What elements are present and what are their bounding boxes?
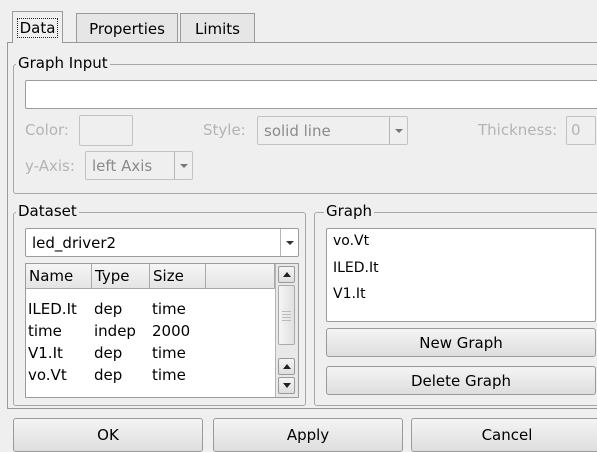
- list-item[interactable]: V1.It: [333, 286, 366, 302]
- cell-size: time: [152, 366, 186, 384]
- ok-button[interactable]: OK: [13, 418, 203, 452]
- cell-size: time: [152, 300, 186, 318]
- color-swatch-button[interactable]: [79, 115, 133, 146]
- scroll-up-button-lower[interactable]: [278, 358, 295, 375]
- grip-icon: [282, 311, 291, 321]
- cell-type: dep: [94, 344, 123, 362]
- cell-size: 2000: [152, 322, 191, 340]
- apply-button[interactable]: Apply: [213, 418, 403, 452]
- scroll-thumb[interactable]: [278, 285, 295, 345]
- color-label: Color:: [25, 121, 69, 139]
- style-value: solid line: [264, 121, 331, 140]
- column-header-type[interactable]: Type: [92, 264, 150, 289]
- scroll-up-button[interactable]: [278, 266, 295, 283]
- chevron-down-icon: [174, 152, 192, 179]
- dataset-table: Name Type Size ILED.It dep time time ind…: [25, 263, 299, 398]
- column-header-filler: [206, 264, 275, 289]
- tab-limits[interactable]: Limits: [180, 13, 255, 43]
- arrow-up-icon: [282, 364, 291, 369]
- table-row[interactable]: V1.It dep time: [26, 342, 275, 363]
- cancel-button[interactable]: Cancel: [411, 418, 597, 452]
- cell-type: dep: [94, 300, 123, 318]
- arrow-up-icon: [282, 272, 291, 277]
- tab-data-label: Data: [16, 17, 59, 38]
- graph-input-title: Graph Input: [16, 54, 110, 72]
- new-graph-button[interactable]: New Graph: [326, 328, 596, 357]
- thickness-label: Thickness:: [478, 121, 558, 139]
- tab-limits-label: Limits: [195, 19, 240, 38]
- dataset-title: Dataset: [16, 202, 79, 220]
- scroll-down-button[interactable]: [278, 377, 295, 394]
- style-label: Style:: [203, 121, 246, 139]
- cell-type: dep: [94, 366, 123, 384]
- graph-title: Graph: [324, 202, 375, 220]
- column-header-size[interactable]: Size: [150, 264, 206, 289]
- arrow-down-icon: [282, 383, 291, 388]
- yaxis-label: y-Axis:: [25, 157, 75, 175]
- chevron-down-icon: [280, 229, 298, 256]
- column-header-name[interactable]: Name: [26, 264, 92, 289]
- tab-properties-label: Properties: [89, 19, 165, 38]
- list-item[interactable]: ILED.It: [333, 260, 379, 276]
- dataset-select[interactable]: led_driver2: [25, 228, 299, 257]
- graph-input-field[interactable]: [25, 80, 597, 109]
- table-scrollbar[interactable]: [275, 264, 298, 397]
- dataset-value: led_driver2: [32, 233, 117, 252]
- tab-data[interactable]: Data: [12, 11, 63, 43]
- yaxis-select[interactable]: left Axis: [85, 151, 193, 180]
- graph-list[interactable]: vo.Vt ILED.It V1.It: [326, 228, 596, 322]
- chevron-down-icon: [389, 117, 407, 144]
- cell-type: indep: [94, 322, 136, 340]
- cell-name: ILED.It: [28, 300, 77, 318]
- cell-size: time: [152, 344, 186, 362]
- thickness-field[interactable]: 0: [566, 116, 596, 145]
- table-row[interactable]: time indep 2000: [26, 320, 275, 341]
- table-row[interactable]: vo.Vt dep time: [26, 364, 275, 385]
- delete-graph-button[interactable]: Delete Graph: [326, 366, 596, 395]
- cell-name: vo.Vt: [28, 366, 67, 384]
- list-item[interactable]: vo.Vt: [333, 233, 369, 249]
- table-row[interactable]: ILED.It dep time: [26, 298, 275, 319]
- cell-name: V1.It: [28, 344, 63, 362]
- yaxis-value: left Axis: [92, 156, 153, 175]
- cell-name: time: [28, 322, 62, 340]
- tab-properties[interactable]: Properties: [76, 13, 178, 43]
- style-select[interactable]: solid line: [257, 116, 408, 145]
